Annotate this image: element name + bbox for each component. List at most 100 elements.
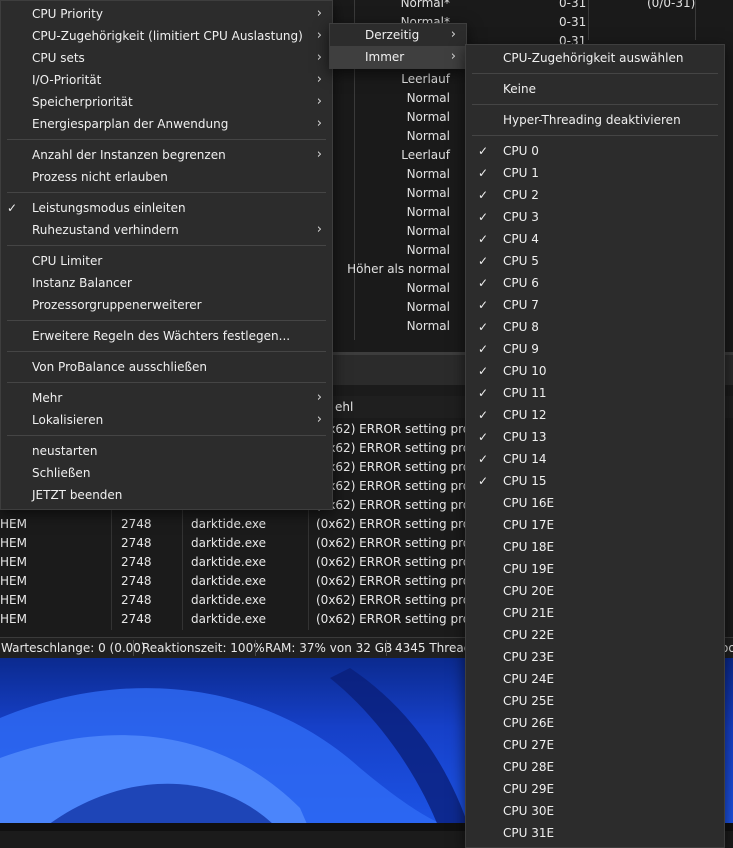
menu-item-erweitere-regeln-des-wachters-festlegen[interactable]: Erweitere Regeln des Wächters festlegen.… [1,325,332,347]
process-priority: Normal [406,224,450,238]
submenu-item-derzeitig[interactable]: Derzeitig › [330,24,466,46]
log-user: HEM [0,593,27,607]
menu-item-mehr[interactable]: Mehr › [1,387,332,409]
cpu-item-cpu-20e[interactable]: CPU 20E [466,580,724,602]
menu-separator [7,245,326,246]
cpu-item-cpu-18e[interactable]: CPU 18E [466,536,724,558]
cpu-item-cpu-30e[interactable]: CPU 30E [466,800,724,822]
cpu-item-cpu-1[interactable]: ✓ CPU 1 [466,162,724,184]
cpu-item-cpu-10[interactable]: ✓ CPU 10 [466,360,724,382]
menu-item-jetzt-beenden[interactable]: JETZT beenden [1,484,332,506]
menu-item-label: CPU 6 [503,276,539,290]
menu-item-cpu-limiter[interactable]: CPU Limiter [1,250,332,272]
menu-item-cpu-zugehorigkeit-auswahlen[interactable]: CPU-Zugehörigkeit auswählen [466,47,724,69]
menu-item-label: CPU 7 [503,298,539,312]
menu-item-label: CPU 4 [503,232,539,246]
menu-item-label: Prozessorgruppenerweiterer [32,298,202,312]
cpu-item-cpu-24e[interactable]: CPU 24E [466,668,724,690]
menu-item-label: CPU 25E [503,694,555,708]
checkmark-icon: ✓ [7,201,18,215]
menu-item-ruhezustand-verhindern[interactable]: Ruhezustand verhindern › [1,219,332,241]
menu-item-anzahl-der-instanzen-begrenzen[interactable]: Anzahl der Instanzen begrenzen › [1,144,332,166]
menu-item-label: Ruhezustand verhindern [32,223,179,237]
cpu-item-cpu-31e[interactable]: CPU 31E [466,822,724,844]
menu-item-label: Leistungsmodus einleiten [32,201,186,215]
process-priority: Normal [406,129,450,143]
menu-item-prozessorgruppenerweiterer[interactable]: Prozessorgruppenerweiterer [1,294,332,316]
cpu-item-cpu-9[interactable]: ✓ CPU 9 [466,338,724,360]
menu-item-label: CPU 17E [503,518,555,532]
menu-item-von-probalance-ausschlie-en[interactable]: Von ProBalance ausschließen [1,356,332,378]
cpu-item-cpu-21e[interactable]: CPU 21E [466,602,724,624]
cpu-item-cpu-0[interactable]: ✓ CPU 0 [466,140,724,162]
cpu-item-cpu-7[interactable]: ✓ CPU 7 [466,294,724,316]
cpu-item-cpu-12[interactable]: ✓ CPU 12 [466,404,724,426]
cpu-item-cpu-3[interactable]: ✓ CPU 3 [466,206,724,228]
menu-item-cpu-sets[interactable]: CPU sets › [1,47,332,69]
cpu-item-cpu-13[interactable]: ✓ CPU 13 [466,426,724,448]
log-pid: 2748 [121,517,152,531]
menu-separator [472,73,718,74]
cpu-item-cpu-14[interactable]: ✓ CPU 14 [466,448,724,470]
cpu-item-cpu-26e[interactable]: CPU 26E [466,712,724,734]
checkmark-icon: ✓ [478,232,489,246]
menu-item-label: CPU 8 [503,320,539,334]
menu-item-label: CPU 22E [503,628,555,642]
cpu-item-cpu-15[interactable]: ✓ CPU 15 [466,470,724,492]
menu-item-i-o-prioritat[interactable]: I/O-Priorität › [1,69,332,91]
menu-item-label: Hyper-Threading deaktivieren [503,113,681,127]
cpu-item-cpu-19e[interactable]: CPU 19E [466,558,724,580]
menu-item-label: CPU 26E [503,716,555,730]
menu-item-speicherprioritat[interactable]: Speicherpriorität › [1,91,332,113]
cpu-item-cpu-8[interactable]: ✓ CPU 8 [466,316,724,338]
cpu-item-cpu-25e[interactable]: CPU 25E [466,690,724,712]
menu-item-label: CPU-Zugehörigkeit (limitiert CPU Auslast… [32,29,303,43]
cpu-item-cpu-17e[interactable]: CPU 17E [466,514,724,536]
menu-item-energiesparplan-der-anwendung[interactable]: Energiesparplan der Anwendung › [1,113,332,135]
menu-item-prozess-nicht-erlauben[interactable]: Prozess nicht erlauben [1,166,332,188]
menu-item-label: CPU 21E [503,606,555,620]
process-affinity-detail: (0/0-31) [647,0,696,10]
menu-item-hyper-threading-deaktivieren[interactable]: Hyper-Threading deaktivieren [466,109,724,131]
menu-item-label: CPU 2 [503,188,539,202]
cpu-item-cpu-23e[interactable]: CPU 23E [466,646,724,668]
menu-item-cpu-priority[interactable]: CPU Priority › [1,3,332,25]
cpu-item-cpu-29e[interactable]: CPU 29E [466,778,724,800]
cpu-item-cpu-28e[interactable]: CPU 28E [466,756,724,778]
cpu-item-cpu-4[interactable]: ✓ CPU 4 [466,228,724,250]
cpu-item-cpu-11[interactable]: ✓ CPU 11 [466,382,724,404]
menu-separator [7,320,326,321]
checkmark-icon: ✓ [478,452,489,466]
menu-item-label: Anzahl der Instanzen begrenzen [32,148,226,162]
log-process: darktide.exe [191,517,266,531]
menu-item-lokalisieren[interactable]: Lokalisieren › [1,409,332,431]
chevron-right-icon: › [316,222,322,237]
submenu-item-immer[interactable]: Immer › [330,46,466,68]
cpu-item-cpu-6[interactable]: ✓ CPU 6 [466,272,724,294]
menu-item-neustarten[interactable]: neustarten [1,440,332,462]
cpu-item-cpu-27e[interactable]: CPU 27E [466,734,724,756]
cpu-item-cpu-2[interactable]: ✓ CPU 2 [466,184,724,206]
menu-item-label: CPU 10 [503,364,547,378]
log-process: darktide.exe [191,555,266,569]
menu-separator [472,135,718,136]
cpu-item-cpu-5[interactable]: ✓ CPU 5 [466,250,724,272]
menu-item-label: CPU 27E [503,738,555,752]
process-priority: Normal [406,205,450,219]
cpu-item-cpu-16e[interactable]: CPU 16E [466,492,724,514]
menu-item-instanz-balancer[interactable]: Instanz Balancer [1,272,332,294]
menu-item-keine[interactable]: Keine [466,78,724,100]
process-priority: Normal [406,281,450,295]
menu-item-leistungsmodus-einleiten[interactable]: ✓ Leistungsmodus einleiten [1,197,332,219]
chevron-right-icon: › [450,27,456,42]
menu-item-schlie-en[interactable]: Schließen [1,462,332,484]
cpu-item-cpu-22e[interactable]: CPU 22E [466,624,724,646]
menu-item-label: CPU 1 [503,166,539,180]
menu-item-cpu-zugehorigkeit-limitiert-cpu-auslastung[interactable]: CPU-Zugehörigkeit (limitiert CPU Auslast… [1,25,332,47]
process-priority: Normal [406,110,450,124]
process-context-menu: CPU Priority › CPU-Zugehörigkeit (limitier… [0,0,333,510]
process-priority: Leerlauf [401,148,450,162]
menu-item-label: CPU 5 [503,254,539,268]
menu-separator [7,382,326,383]
menu-item-label: Keine [503,82,536,96]
